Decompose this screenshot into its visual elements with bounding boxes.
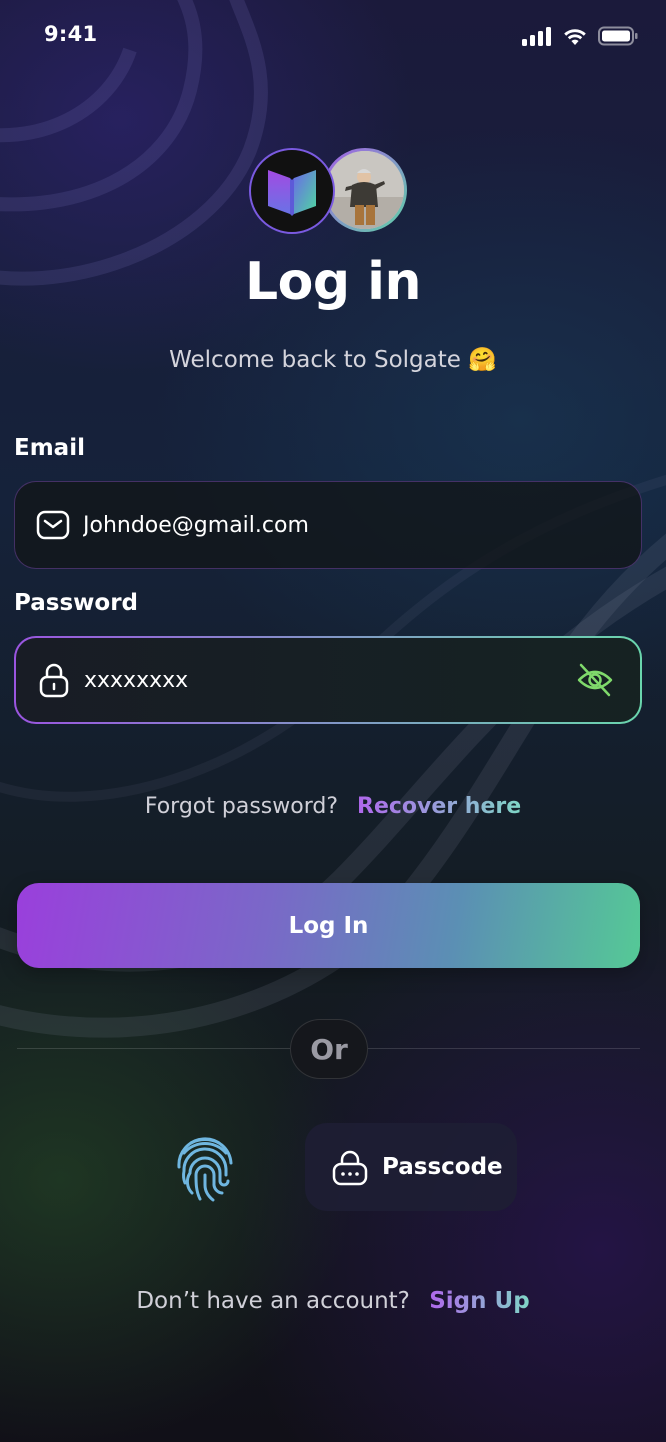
email-field[interactable] <box>14 481 642 569</box>
mail-icon <box>35 507 71 543</box>
avatar <box>323 148 407 232</box>
signup-prompt: Don’t have an account? <box>136 1288 410 1314</box>
battery-icon <box>598 26 638 46</box>
page-title: Log in <box>244 252 422 312</box>
password-field[interactable] <box>14 636 642 724</box>
forgot-password-row: Forgot password? Recover here <box>0 794 666 819</box>
status-time: 9:41 <box>44 22 98 46</box>
passcode-button[interactable]: Passcode <box>305 1123 517 1211</box>
signal-icon <box>522 27 551 46</box>
login-button[interactable]: Log In <box>17 883 640 968</box>
status-bar: 9:41 <box>0 0 666 70</box>
forgot-password-text: Forgot password? <box>144 794 338 819</box>
recover-link[interactable]: Recover here <box>357 794 521 819</box>
app-logo <box>249 148 335 234</box>
fingerprint-button[interactable] <box>170 1130 240 1206</box>
email-input[interactable] <box>83 482 571 568</box>
fingerprint-icon <box>177 1137 233 1202</box>
or-divider-label: Or <box>290 1019 368 1079</box>
email-label: Email <box>14 435 85 461</box>
subtitle: Welcome back to Solgate 🤗 <box>169 347 497 373</box>
header-logos <box>249 148 409 238</box>
status-icons <box>522 24 638 48</box>
password-label: Password <box>14 590 138 616</box>
passcode-label: Passcode <box>382 1154 503 1180</box>
passcode-lock-icon <box>330 1147 370 1187</box>
signup-row: Don’t have an account? Sign Up <box>0 1288 666 1314</box>
wifi-icon <box>564 29 586 45</box>
password-input[interactable] <box>84 638 570 722</box>
eye-off-icon[interactable] <box>574 659 616 701</box>
lock-icon <box>36 662 72 698</box>
signup-link[interactable]: Sign Up <box>429 1288 529 1314</box>
